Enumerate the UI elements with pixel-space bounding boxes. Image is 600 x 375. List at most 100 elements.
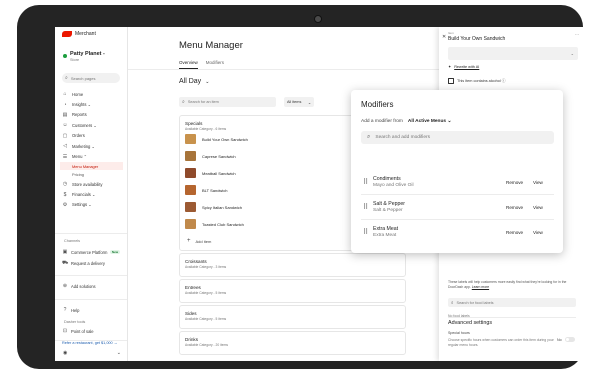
alcohol-checkbox[interactable]: This item contains alcohol ⓘ xyxy=(448,78,506,84)
modifier-source-select[interactable]: All Active Menus ⌄ xyxy=(408,119,452,124)
sidebar-item-menu-manager[interactable]: Menu Manager xyxy=(60,161,123,171)
modifier-name: Salt & Pepper xyxy=(373,201,406,207)
sidebar-divider xyxy=(55,275,127,276)
point-of-sale-label: Point of sale xyxy=(71,328,94,334)
view-button[interactable]: View xyxy=(533,180,543,185)
drag-handle-icon[interactable]: ⠿ xyxy=(363,228,368,236)
modifier-name: Condiments xyxy=(373,176,401,182)
sidebar-item-label: Home xyxy=(72,91,84,97)
brand-name: Merchant xyxy=(75,31,96,37)
remove-button[interactable]: Remove xyxy=(506,230,523,235)
sidebar-item-menu[interactable]: ☰ Menu ⌃ xyxy=(60,151,123,161)
more-options-icon[interactable]: ⋯ xyxy=(575,32,579,37)
modifier-search-input[interactable]: ⌕ Search and add modifiers xyxy=(361,131,554,144)
menu-select-value: All Day xyxy=(179,78,202,85)
category-header: Entrees Available Category - 5 items xyxy=(185,285,226,295)
category-sub: Available Category - 20 items xyxy=(185,343,229,347)
view-button[interactable]: View xyxy=(533,205,543,210)
sidebar-item-label: Store availability xyxy=(72,181,103,187)
refer-link[interactable]: Refer a restaurant, get $1,000 → xyxy=(62,341,118,345)
sidebar-item-reports[interactable]: ▤ Reports xyxy=(60,110,123,120)
category-card[interactable]: Sides Available Category - 5 items xyxy=(179,305,406,329)
profile-menu[interactable]: ◉ ⌄ xyxy=(63,350,121,356)
sidebar-item-customers[interactable]: ☺ Customers ⌄ xyxy=(60,120,123,130)
food-labels-note-text: These labels will help customers more ea… xyxy=(448,280,567,289)
channels-label: Channels xyxy=(64,239,81,243)
camera-dot xyxy=(314,15,322,23)
sidebar-item-request-delivery[interactable]: ⛟ Request a delivery xyxy=(62,260,105,267)
items-filter-select[interactable]: All items ⌄ xyxy=(284,97,314,107)
remove-button[interactable]: Remove xyxy=(506,205,523,210)
description-field[interactable]: ⌄ xyxy=(448,47,578,60)
category-sub: Available Category - 5 items xyxy=(185,317,227,321)
sidebar-item-home[interactable]: ⌂ Home xyxy=(60,89,123,99)
sidebar-item-store-availability[interactable]: ◷ Store availability xyxy=(60,179,123,189)
category-card[interactable]: Entrees Available Category - 5 items xyxy=(179,279,406,303)
category-sub: Available Category - 6 items xyxy=(185,127,227,131)
category-card[interactable]: Drinks Available Category - 20 items xyxy=(179,331,406,355)
rewrite-ai-label: Rewrite with AI xyxy=(454,64,480,69)
remove-button[interactable]: Remove xyxy=(506,180,523,185)
avatar: ◉ xyxy=(63,350,68,356)
gear-icon: ⚙ xyxy=(62,201,68,208)
item-search-input[interactable]: ⌕ Search for an item xyxy=(179,97,276,107)
dasher-tools-label: Dasher tools xyxy=(64,320,86,324)
reports-icon: ▤ xyxy=(62,111,68,118)
search-icon: ⌕ xyxy=(367,134,371,140)
modifier-row: ⠿ Salt & Pepper Salt & Pepper Remove View xyxy=(361,197,554,219)
sidebar-item-pricing[interactable]: Pricing xyxy=(60,170,123,179)
menu-select[interactable]: All Day ⌄ xyxy=(179,78,209,85)
sidebar-item-help[interactable]: ? Help xyxy=(62,307,80,313)
category-name: Drinks xyxy=(185,337,199,342)
category-header: Sides Available Category - 5 items xyxy=(185,311,226,321)
store-name: Patty Planet - xyxy=(70,51,105,57)
sidebar-item-label: Insights ⌄ xyxy=(72,102,92,108)
add-item-button[interactable]: + Add item xyxy=(187,238,211,244)
search-icon: ⌕ xyxy=(451,300,454,305)
view-button[interactable]: View xyxy=(533,230,543,235)
sidebar-item-point-of-sale[interactable]: ⊡ Point of sale xyxy=(62,328,94,334)
sidebar: Merchant Patty Planet - Store ⌕ Search p… xyxy=(55,27,128,361)
food-labels-search-input[interactable]: ⌕ Search for food labels xyxy=(448,298,576,307)
close-icon[interactable]: ✕ xyxy=(442,34,446,40)
sidebar-item-marketing[interactable]: ◁ Marketing ⌄ xyxy=(60,141,123,151)
sidebar-item-label: Pricing xyxy=(72,172,84,178)
drawer-divider xyxy=(448,317,576,318)
items-filter-value: All items xyxy=(287,100,302,104)
learn-more-link[interactable]: Learn more xyxy=(472,285,489,289)
modifier-divider xyxy=(361,194,554,195)
category-card[interactable]: Croissants Available Category - 3 items xyxy=(179,253,406,277)
store-status-dot xyxy=(63,54,67,58)
modifier-search-placeholder: Search and add modifiers xyxy=(375,135,431,140)
sidebar-search-input[interactable]: ⌕ Search pages xyxy=(62,73,120,83)
sidebar-item-insights[interactable]: ◔ Insights ⌄ xyxy=(60,99,123,109)
sidebar-item-financials[interactable]: $ Financials ⌄ xyxy=(60,189,123,199)
category-sub: Available Category - 5 items xyxy=(185,291,227,295)
item-thumbnail xyxy=(185,185,196,195)
search-icon: ⌕ xyxy=(65,75,68,81)
special-hours-toggle-text: No xyxy=(557,338,562,342)
sidebar-item-settings[interactable]: ⚙ Settings ⌄ xyxy=(60,200,123,210)
drag-handle-icon[interactable]: ⠿ xyxy=(363,178,368,186)
item-search-placeholder: Search for an item xyxy=(187,100,219,104)
doordash-logo-icon xyxy=(62,31,72,37)
sidebar-item-label: Reports xyxy=(72,112,87,118)
tab-overview[interactable]: Overview xyxy=(179,60,198,69)
sidebar-item-add-solutions[interactable]: ⊕ Add solutions xyxy=(62,283,96,289)
add-solutions-label: Add solutions xyxy=(71,283,96,289)
sidebar-item-orders[interactable]: ▢ Orders xyxy=(60,131,123,141)
plus-icon: + xyxy=(187,238,191,244)
clock-icon: ◷ xyxy=(62,181,68,188)
tab-modifiers[interactable]: Modifiers xyxy=(206,60,224,69)
modifier-source-value: All Active Menus xyxy=(407,119,447,124)
chevron-down-icon: ⌄ xyxy=(307,100,311,105)
checkbox[interactable] xyxy=(448,78,454,84)
special-hours-toggle[interactable] xyxy=(565,337,575,342)
drag-handle-icon[interactable]: ⠿ xyxy=(363,203,368,211)
item-thumbnail xyxy=(185,219,196,229)
category-header: Croissants Available Category - 3 items xyxy=(185,259,226,269)
modifier-source-label: Add a modifier from xyxy=(361,119,403,124)
sidebar-item-commerce-platform[interactable]: ▣ Commerce Platform New xyxy=(62,249,120,255)
new-badge: New xyxy=(110,250,120,254)
rewrite-ai-button[interactable]: ✦ Rewrite with AI xyxy=(448,64,480,70)
